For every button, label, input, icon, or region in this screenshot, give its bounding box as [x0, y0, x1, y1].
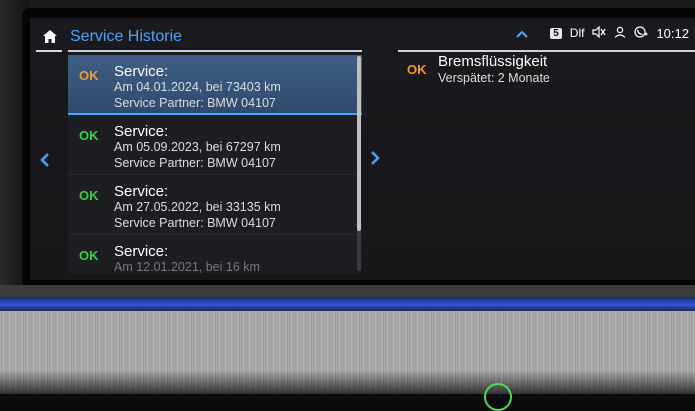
status-bar: 5 Dlf 10:12: [516, 22, 689, 44]
page-title: Service Historie: [70, 28, 183, 45]
radio-source-label: Dlf: [569, 26, 585, 40]
clock: 10:12: [656, 25, 689, 41]
idrive-screen: Service Historie 5 Dlf 10:12 OK Service:…: [30, 18, 695, 280]
item-date-mileage: Am 27.05.2022, bei 33135 km: [114, 200, 281, 214]
detail-divider: [398, 50, 695, 52]
list-item[interactable]: OK Service: Am 12.01.2021, bei 16 km: [68, 235, 362, 273]
item-date-mileage: Am 05.09.2023, bei 67297 km: [114, 140, 281, 154]
green-ring-indicator: [484, 383, 512, 411]
detail-title: Bremsflüssigkeit: [438, 53, 548, 70]
item-partner: Service Partner: BMW 04107: [114, 216, 276, 230]
home-icon: [43, 29, 57, 43]
service-history-list: OK Service: Am 04.01.2024, bei 73403 km …: [68, 55, 362, 273]
status-badge: OK: [79, 188, 99, 203]
dashboard-shadow: [0, 370, 695, 394]
speaker-mute-icon: [592, 25, 606, 41]
phone-icon: [634, 25, 648, 41]
list-item[interactable]: OK Service: Am 04.01.2024, bei 73403 km …: [68, 55, 362, 115]
dashboard-trim-dark: [0, 285, 695, 297]
status-badge: OK: [79, 68, 99, 83]
status-badge: OK: [79, 248, 99, 263]
item-title: Service:: [114, 123, 169, 140]
item-date-mileage: Am 12.01.2021, bei 16 km: [114, 260, 260, 273]
detail-subtitle: Verspätet: 2 Monate: [438, 71, 550, 85]
title-divider: [68, 50, 362, 52]
list-item[interactable]: OK Service: Am 27.05.2022, bei 33135 km …: [68, 175, 362, 235]
item-partner: Service Partner: BMW 04107: [114, 156, 276, 170]
chevron-right-icon[interactable]: [370, 146, 380, 172]
list-scrollbar[interactable]: [357, 56, 361, 271]
detail-status-badge: OK: [407, 62, 427, 77]
chevron-up-icon[interactable]: [516, 26, 528, 41]
home-underline: [36, 50, 62, 52]
scrollbar-thumb[interactable]: [357, 56, 361, 231]
item-partner: Service Partner: BMW 04107: [114, 96, 276, 110]
item-title: Service:: [114, 243, 169, 260]
item-title: Service:: [114, 183, 169, 200]
chevron-left-icon[interactable]: [40, 148, 50, 174]
item-date-mileage: Am 04.01.2024, bei 73403 km: [114, 80, 281, 94]
ambient-light-strip: [0, 297, 695, 311]
person-icon: [614, 26, 626, 41]
radio-preset-badge: 5: [550, 27, 562, 39]
status-badge: OK: [79, 128, 99, 143]
list-item[interactable]: OK Service: Am 05.09.2023, bei 67297 km …: [68, 115, 362, 175]
home-button[interactable]: [36, 24, 64, 48]
item-title: Service:: [114, 63, 169, 80]
